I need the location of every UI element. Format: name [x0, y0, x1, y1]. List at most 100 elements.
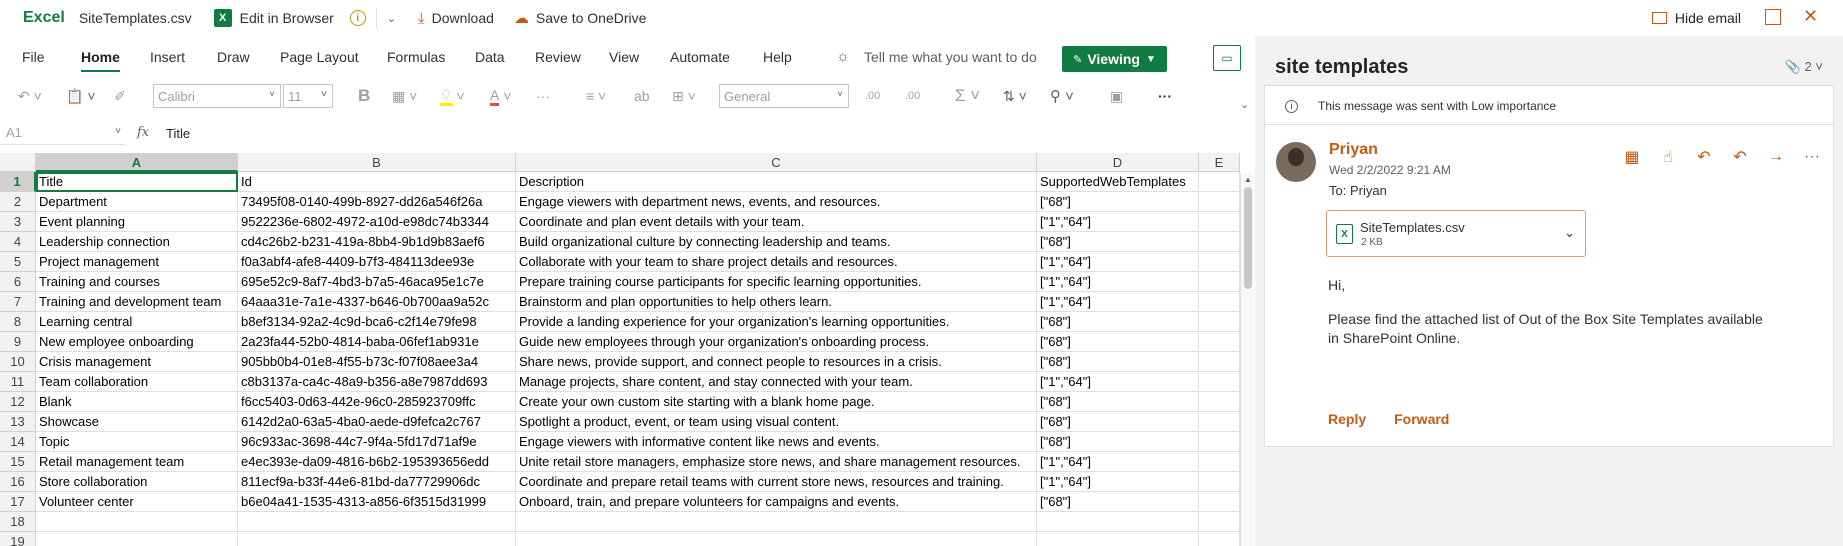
cell[interactable]: SupportedWebTemplates [1037, 172, 1199, 192]
cell[interactable]: ["1","64"] [1037, 292, 1199, 312]
info-icon[interactable]: i [349, 10, 366, 26]
row-header[interactable]: 3 [0, 212, 36, 232]
scroll-up-arrow[interactable]: ▲ [1244, 175, 1252, 184]
cell[interactable]: Share news, provide support, and connect… [516, 352, 1037, 372]
font-color-icon[interactable]: A ˅ [490, 84, 511, 108]
cell[interactable] [1199, 492, 1240, 512]
cell[interactable] [1199, 392, 1240, 412]
cell[interactable]: Brainstorm and plan opportunities to hel… [516, 292, 1037, 312]
font-name-select[interactable]: Calibri ˅ [153, 84, 281, 108]
cell[interactable]: ["68"] [1037, 232, 1199, 252]
viewing-mode-button[interactable]: ✎ Viewing ▼ [1062, 46, 1167, 72]
formula-input[interactable]: Title [164, 121, 1254, 145]
fill-color-icon[interactable]: ♢ ˅ [440, 84, 465, 108]
cell[interactable]: 73495f08-0140-499b-8927-dd26a546f26a [238, 192, 516, 212]
forward-button[interactable]: Forward [1394, 411, 1449, 427]
tell-me-search[interactable]: Tell me what you want to do [864, 49, 1037, 65]
row-header[interactable]: 2 [0, 192, 36, 212]
reply-icon[interactable]: ↶ [1694, 148, 1714, 166]
cell[interactable] [1199, 172, 1240, 192]
vertical-scrollbar[interactable]: ▲ [1240, 173, 1254, 546]
cell[interactable] [1199, 472, 1240, 492]
collapse-ribbon-icon[interactable]: ⌄ [1240, 92, 1249, 116]
cell[interactable]: Learning central [36, 312, 238, 332]
autosum-icon[interactable]: Σ ˅ [955, 84, 980, 108]
cell[interactable]: e4ec393e-da09-4816-b6b2-195393656edd [238, 452, 516, 472]
column-header-a[interactable]: A [36, 153, 238, 172]
cell[interactable] [1037, 512, 1199, 532]
scrollbar-thumb[interactable] [1244, 187, 1252, 289]
spreadsheet-grid[interactable]: A B C D E 1 Title Id Description SupportedWebTemp… [0, 153, 1255, 546]
more-font-options-icon[interactable]: ··· [536, 84, 550, 108]
cell[interactable]: Coordinate and prepare retail teams with… [516, 472, 1037, 492]
cell[interactable]: Volunteer center [36, 492, 238, 512]
cell[interactable] [1199, 452, 1240, 472]
cell[interactable]: ["68"] [1037, 312, 1199, 332]
row-header[interactable]: 4 [0, 232, 36, 252]
column-header-b[interactable]: B [238, 153, 516, 172]
close-icon[interactable]: ✕ [1803, 6, 1818, 27]
cell[interactable] [1199, 212, 1240, 232]
cell[interactable]: Prepare training course participants for… [516, 272, 1037, 292]
apps-icon[interactable]: ▦ [1622, 148, 1642, 166]
cell[interactable]: New employee onboarding [36, 332, 238, 352]
row-header[interactable]: 15 [0, 452, 36, 472]
cell[interactable]: ["68"] [1037, 432, 1199, 452]
cell[interactable]: ["68"] [1037, 412, 1199, 432]
add-ins-icon[interactable]: ▣ [1110, 84, 1123, 108]
chevron-down-icon[interactable]: ⌄ [1564, 225, 1575, 241]
cell[interactable]: Guide new employees through your organiz… [516, 332, 1037, 352]
cell[interactable] [1199, 192, 1240, 212]
align-icon[interactable]: ≡ ˅ [586, 84, 606, 108]
cell[interactable]: 6142d2a0-63a5-4ba0-aede-d9fefca2c767 [238, 412, 516, 432]
format-painter-icon[interactable]: ✐ [114, 84, 126, 108]
edit-in-browser-button[interactable]: Edit in Browser [240, 10, 334, 26]
cell[interactable]: 905bb0b4-01e8-4f55-b73c-f07f08aee3a4 [238, 352, 516, 372]
cell[interactable] [1037, 532, 1199, 546]
download-button[interactable]: Download [432, 10, 494, 26]
cell[interactable]: Build organizational culture by connecti… [516, 232, 1037, 252]
cell[interactable] [516, 532, 1037, 546]
merge-cells-icon[interactable]: ⊞ ˅ [672, 84, 696, 108]
select-all-corner[interactable] [0, 153, 36, 172]
borders-icon[interactable]: ▦ ˅ [392, 84, 417, 108]
row-header[interactable]: 12 [0, 392, 36, 412]
cell[interactable] [1199, 372, 1240, 392]
cell[interactable]: Training and courses [36, 272, 238, 292]
wrap-text-icon[interactable]: ab [634, 84, 650, 108]
cell[interactable] [1199, 312, 1240, 332]
cell[interactable]: Project management [36, 252, 238, 272]
cell[interactable] [238, 512, 516, 532]
row-header[interactable]: 16 [0, 472, 36, 492]
increase-decimal-icon[interactable]: .00 [865, 84, 880, 108]
decrease-decimal-icon[interactable]: .00 [905, 84, 920, 108]
find-icon[interactable]: ⚲ ˅ [1050, 84, 1074, 108]
row-header[interactable]: 9 [0, 332, 36, 352]
cell[interactable] [1199, 412, 1240, 432]
cell[interactable]: ["1","64"] [1037, 252, 1199, 272]
cell[interactable]: Engage viewers with informative content … [516, 432, 1037, 452]
cell[interactable] [1199, 532, 1240, 546]
paste-icon[interactable]: 📋 ˅ [66, 84, 96, 108]
cell[interactable]: ["68"] [1037, 392, 1199, 412]
cell[interactable] [1199, 432, 1240, 452]
more-options-icon[interactable]: ··· [1158, 84, 1172, 108]
row-header[interactable]: 7 [0, 292, 36, 312]
cloud-upload-icon[interactable]: ☁ [514, 9, 529, 27]
row-header[interactable]: 19 [0, 532, 36, 546]
hide-email-button[interactable]: Hide email [1651, 0, 1741, 36]
cell[interactable] [1199, 332, 1240, 352]
column-header-d[interactable]: D [1037, 153, 1199, 172]
popout-icon[interactable] [1765, 9, 1781, 25]
attachment-count-button[interactable]: 📎 2 ˅ [1785, 59, 1823, 75]
cell[interactable]: Unite retail store managers, emphasize s… [516, 452, 1037, 472]
row-header[interactable]: 14 [0, 432, 36, 452]
cell[interactable]: ["1","64"] [1037, 272, 1199, 292]
tab-help[interactable]: Help [763, 40, 792, 74]
tab-draw[interactable]: Draw [217, 40, 250, 74]
cell[interactable]: ["1","64"] [1037, 472, 1199, 492]
cell[interactable]: ["68"] [1037, 192, 1199, 212]
cell[interactable]: ["1","64"] [1037, 452, 1199, 472]
avatar[interactable] [1276, 142, 1316, 182]
number-format-select[interactable]: General ˅ [719, 84, 849, 108]
